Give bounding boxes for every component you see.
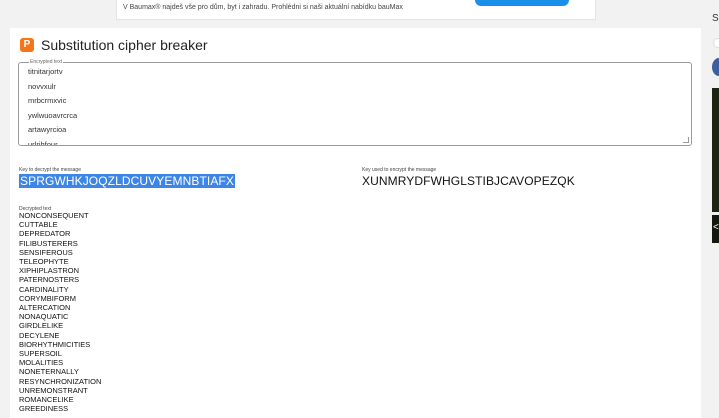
decrypted-word: SENSIFEROUS	[19, 247, 73, 257]
chevron-left-icon[interactable]: <	[713, 222, 719, 233]
ad-text[interactable]: V Baumax® najdeš vše pro dům, byt i zahr…	[123, 4, 403, 11]
decrypt-key-text[interactable]: SPRGWHKJOQZLDCUVYEMNBTIAFX	[19, 174, 235, 188]
decrypted-word: BIORHYTHMICITIES	[19, 339, 91, 349]
encrypt-key-value[interactable]: XUNMRYDFWHGLSTIBJCAVOPEZQK	[362, 174, 575, 188]
encrypted-line[interactable]: titnitarjortv	[28, 65, 691, 80]
decrypted-word: DECYLENE	[19, 330, 60, 340]
decrypted-word: CORYMBIFORM	[19, 293, 76, 303]
encrypted-line[interactable]: artawyrcioa	[28, 123, 691, 138]
encrypted-line[interactable]: novvxulr	[28, 80, 691, 95]
ad-banner[interactable]: V Baumax® najdeš vše pro dům, byt i zahr…	[116, 0, 596, 20]
decrypted-word: PATERNOSTERS	[19, 275, 80, 285]
decrypted-word: XIPHIPLASTRON	[19, 266, 80, 276]
decrypted-word: GIRDLELIKE	[19, 321, 64, 331]
encrypted-text-content[interactable]: titnitarjortv novvxulr mrbcrmxvic ywlwuoavr…	[28, 65, 691, 146]
decrypted-word: NONETERNALLY	[19, 367, 79, 377]
decrypted-word: SUPERSOIL	[19, 349, 62, 359]
sidebar-heading: S	[712, 13, 719, 24]
decrypt-key-value[interactable]: SPRGWHKJOQZLDCUVYEMNBTIAFX	[19, 174, 235, 188]
sidebar-image[interactable]	[712, 88, 719, 212]
decrypted-word: RESYNCHRONIZATION	[19, 376, 102, 386]
encrypted-line[interactable]: urlrihfour	[28, 138, 691, 146]
page-title: Substitution cipher breaker	[41, 37, 208, 53]
encrypted-line[interactable]: mrbcrmxvic	[28, 94, 691, 109]
decrypted-word: TELEOPHYTE	[19, 257, 69, 267]
resize-grip-icon[interactable]	[683, 137, 689, 143]
encrypted-text-field[interactable]: Encrypted text titnitarjortv novvxulr mrbc…	[18, 59, 692, 146]
decrypted-word: ROMANCELIKE	[19, 395, 74, 405]
toggle-switch[interactable]	[713, 38, 719, 48]
cipher-app-icon: P	[20, 38, 34, 52]
decrypted-word: UNREMONSTRANT	[19, 385, 88, 395]
title-row: P Substitution cipher breaker	[20, 36, 208, 54]
decrypted-word: FILIBUSTERERS	[19, 238, 78, 248]
decrypted-word: CARDINALITY	[19, 284, 69, 294]
decrypted-word: NONAQUATIC	[19, 312, 69, 322]
cipher-card: P Substitution cipher breaker Encrypted …	[10, 28, 701, 418]
decrypted-word: MOLALITIES	[19, 358, 64, 368]
decrypt-key-label: Key to decrypt the message	[19, 167, 81, 173]
decrypted-word: NONCONSEQUENT	[19, 211, 89, 220]
ad-cta-button[interactable]	[475, 0, 569, 6]
encrypt-key-label: Key used to encrypt the message	[362, 167, 437, 173]
decrypted-word: DEPREDATOR	[19, 229, 71, 239]
decrypted-word: CUTTABLE	[19, 220, 58, 230]
decrypted-word: GREEDINESS	[19, 404, 69, 414]
right-sidebar: S <	[705, 0, 719, 418]
decrypted-word: ALTERCATION	[19, 303, 71, 313]
decrypted-text-list: NONCONSEQUENT CUTTABLE DEPREDATOR FILIBUSTE…	[19, 211, 101, 413]
avatar[interactable]	[712, 58, 719, 76]
encrypted-line[interactable]: ywlwuoavrcrca	[28, 109, 691, 124]
